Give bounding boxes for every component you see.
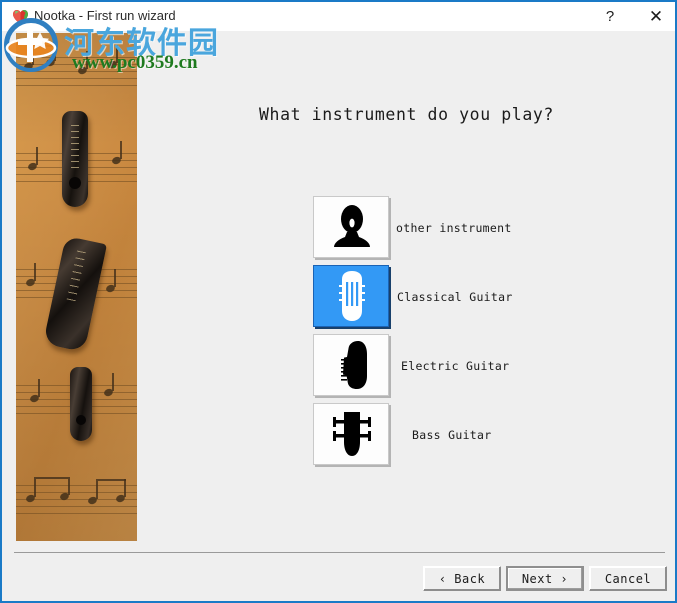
- window-title: Nootka - First run wizard: [34, 8, 176, 23]
- instrument-label: other instrument: [396, 221, 512, 235]
- footer-separator: [14, 552, 665, 553]
- instrument-option-classical-guitar[interactable]: Classical Guitar: [313, 265, 613, 334]
- guitar-pin-photo: [43, 235, 107, 353]
- instrument-label: Classical Guitar: [397, 290, 513, 304]
- cancel-button[interactable]: Cancel: [589, 566, 667, 591]
- person-silhouette-icon[interactable]: [313, 196, 389, 258]
- wizard-side-image: [16, 33, 137, 541]
- instrument-label: Bass Guitar: [412, 428, 492, 442]
- electric-guitar-headstock-icon[interactable]: [313, 334, 389, 396]
- bass-guitar-headstock-icon[interactable]: [313, 403, 389, 465]
- instrument-option-bass-guitar[interactable]: Bass Guitar: [313, 403, 613, 472]
- title-bar: Nootka - First run wizard ? ✕: [2, 0, 675, 31]
- instrument-option-other[interactable]: other instrument: [313, 196, 613, 265]
- back-button[interactable]: ‹ Back: [423, 566, 501, 591]
- heart-icon: [12, 9, 29, 25]
- instrument-label: Electric Guitar: [401, 359, 510, 373]
- page-title: What instrument do you play?: [259, 105, 554, 124]
- guitar-pin-photo: [62, 111, 88, 207]
- wizard-footer: ‹ Back Next › Cancel: [2, 562, 675, 599]
- help-button[interactable]: ?: [587, 2, 633, 31]
- classical-guitar-headstock-icon[interactable]: [313, 265, 389, 327]
- wizard-window: Nootka - First run wizard ? ✕ 河东软件园 www.…: [0, 0, 677, 603]
- instrument-option-electric-guitar[interactable]: Electric Guitar: [313, 334, 613, 403]
- guitar-pin-photo: [70, 367, 92, 441]
- next-button[interactable]: Next ›: [506, 566, 584, 591]
- instrument-list: other instrument Classical Guitar Electr…: [313, 196, 613, 472]
- close-button[interactable]: ✕: [633, 2, 677, 31]
